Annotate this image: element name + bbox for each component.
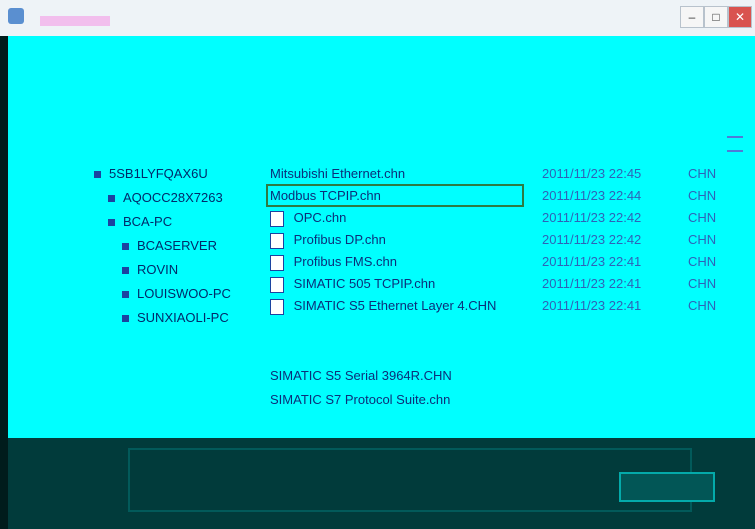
application-window: – □ ✕ 5SB1LYFQAX6U AQOCC28X7263 BCA-PC B…	[0, 0, 755, 529]
file-date: 2011/11/23 22:41	[542, 254, 642, 269]
file-date: 2011/11/23 22:42	[542, 232, 642, 247]
close-button[interactable]: ✕	[728, 6, 752, 28]
file-type: CHN	[688, 298, 717, 313]
file-type: CHN	[688, 166, 717, 181]
file-name: Mitsubishi Ethernet.chn	[270, 166, 406, 181]
file-row[interactable]: SIMATIC S5 Ethernet Layer 4.CHN 2011/11/…	[270, 298, 716, 320]
tree-node-icon	[108, 195, 115, 203]
tree-node-icon	[122, 243, 129, 251]
file-date: 2011/11/23 22:44	[542, 188, 642, 203]
file-name: Profibus DP.chn	[293, 232, 386, 247]
menu-icon[interactable]	[727, 136, 743, 152]
file-name: OPC.chn	[293, 210, 347, 225]
file-list: Mitsubishi Ethernet.chn 2011/11/23 22:45…	[260, 36, 755, 438]
file-date: 2011/11/23 22:41	[542, 276, 642, 291]
file-date: 2011/11/23 22:45	[542, 166, 642, 181]
tree-item[interactable]: LOUISWOO-PC	[122, 286, 231, 301]
file-icon	[270, 210, 284, 227]
tree-node-icon	[122, 315, 129, 323]
tree-item[interactable]: AQOCC28X7263	[108, 190, 223, 205]
file-row[interactable]: Profibus DP.chn 2011/11/23 22:42 CHN	[270, 232, 716, 254]
file-row-selected[interactable]: Modbus TCPIP.chn 2011/11/23 22:44 CHN	[266, 184, 716, 210]
content-area: 5SB1LYFQAX6U AQOCC28X7263 BCA-PC BCASERV…	[8, 36, 755, 438]
tree-node-icon	[108, 219, 115, 227]
bottom-area	[128, 448, 692, 512]
tree-item[interactable]: ROVIN	[122, 262, 178, 277]
file-row[interactable]: Profibus FMS.chn 2011/11/23 22:41 CHN	[270, 254, 716, 276]
file-type: CHN	[688, 276, 717, 291]
title-bar: – □ ✕	[0, 0, 755, 37]
bottom-panel	[8, 438, 755, 529]
file-name: Modbus TCPIP.chn	[266, 184, 524, 207]
tree-node-icon	[94, 171, 101, 179]
file-type: CHN	[688, 254, 717, 269]
title-decoration	[40, 16, 110, 26]
file-row[interactable]: SIMATIC 505 TCPIP.chn 2011/11/23 22:41 C…	[270, 276, 716, 298]
file-icon	[270, 232, 284, 249]
file-row[interactable]: SIMATIC S5 Serial 3964R.CHN	[270, 368, 520, 390]
file-name: SIMATIC S5 Serial 3964R.CHN	[270, 368, 452, 383]
app-icon	[8, 8, 24, 24]
file-date: 2011/11/23 22:42	[542, 210, 642, 225]
file-name: SIMATIC 505 TCPIP.chn	[293, 276, 436, 291]
tree-item[interactable]: BCASERVER	[122, 238, 217, 253]
maximize-button[interactable]: □	[704, 6, 728, 28]
file-icon	[270, 276, 284, 293]
network-tree: 5SB1LYFQAX6U AQOCC28X7263 BCA-PC BCASERV…	[8, 36, 258, 438]
minimize-button[interactable]: –	[680, 6, 704, 28]
tree-node-icon	[122, 267, 129, 275]
file-row[interactable]: Mitsubishi Ethernet.chn 2011/11/23 22:45…	[270, 166, 716, 188]
file-date: 2011/11/23 22:41	[542, 298, 642, 313]
tree-item[interactable]: 5SB1LYFQAX6U	[94, 166, 208, 181]
file-type: CHN	[688, 232, 717, 247]
ok-button[interactable]	[619, 472, 715, 502]
file-type: CHN	[688, 210, 717, 225]
tree-item[interactable]: SUNXIAOLI-PC	[122, 310, 229, 325]
tree-item[interactable]: BCA-PC	[108, 214, 172, 229]
left-edge	[0, 36, 8, 529]
file-type: CHN	[688, 188, 717, 203]
file-name: SIMATIC S7 Protocol Suite.chn	[270, 392, 451, 407]
file-row[interactable]: OPC.chn 2011/11/23 22:42 CHN	[270, 210, 716, 232]
tree-node-icon	[122, 291, 129, 299]
file-icon	[270, 298, 284, 315]
file-name: SIMATIC S5 Ethernet Layer 4.CHN	[293, 298, 497, 313]
file-row[interactable]: SIMATIC S7 Protocol Suite.chn	[270, 392, 520, 414]
file-icon	[270, 254, 284, 271]
file-name: Profibus FMS.chn	[293, 254, 397, 269]
